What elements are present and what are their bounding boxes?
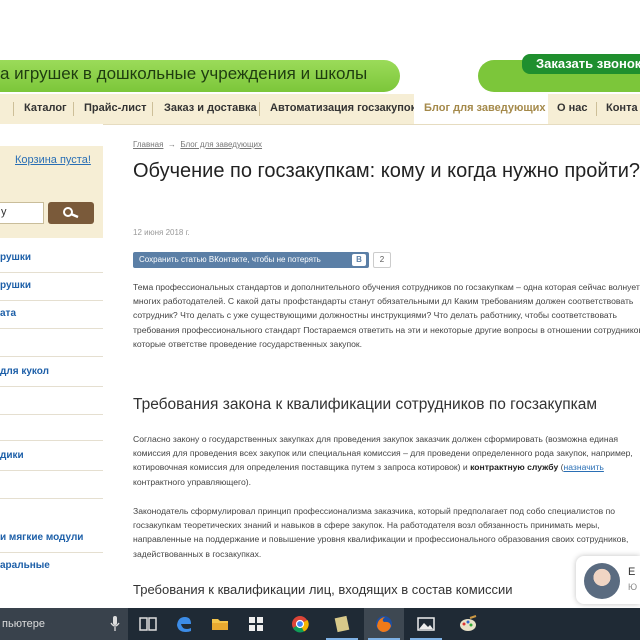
nav-separator xyxy=(13,102,14,116)
cart-link[interactable]: Корзина пуста! xyxy=(15,154,91,166)
store-icon xyxy=(249,617,263,631)
contract-service-term: контрактную службу xyxy=(470,462,559,473)
breadcrumb-arrow-icon: → xyxy=(167,140,176,149)
taskbar-search[interactable]: пьютере xyxy=(0,608,128,640)
task-view-button[interactable] xyxy=(128,608,168,640)
search-input[interactable]: у xyxy=(0,202,44,224)
taskbar-paint[interactable] xyxy=(448,608,488,640)
taskbar-firefox[interactable] xyxy=(364,608,404,640)
taskbar-search-text: пьютере xyxy=(2,618,45,630)
category-divider xyxy=(0,498,103,499)
task-view-icon xyxy=(139,617,157,631)
taskbar-edge[interactable] xyxy=(164,608,204,640)
search-input-value: у xyxy=(1,206,7,218)
nav-item-blog[interactable]: Блог для заведующих xyxy=(414,94,548,124)
firefox-icon xyxy=(376,616,392,632)
nav-separator xyxy=(73,102,74,116)
site-header: а игрушек в дошкольные учреждения и школ… xyxy=(0,54,640,94)
microphone-icon xyxy=(110,616,120,631)
folder-icon xyxy=(212,619,228,630)
browser-top-area xyxy=(0,0,640,58)
vk-share-button[interactable]: Сохранить статью ВКонтакте, чтобы не пот… xyxy=(133,252,369,268)
nav-separator xyxy=(596,102,597,116)
law-paragraph: Согласно закону о государственных закупк… xyxy=(133,432,640,489)
sidebar: Корзина пуста! у рушки рушки ата для кук… xyxy=(0,124,103,608)
category-divider xyxy=(0,356,103,357)
taskbar-chrome[interactable] xyxy=(280,608,320,640)
category-divider xyxy=(0,470,103,471)
nav-separator xyxy=(152,102,153,116)
taskbar-photos[interactable] xyxy=(406,608,446,640)
intro-paragraph: Тема профессиональных стандартов и допол… xyxy=(133,282,640,349)
nav-item-procurement[interactable]: Автоматизация госзакупок xyxy=(270,94,416,124)
law-text-3: контрактного управляющего). xyxy=(133,476,252,487)
search-panel: у xyxy=(0,186,103,238)
edge-icon xyxy=(177,617,191,632)
taskbar-store[interactable] xyxy=(236,608,276,640)
main-nav: Каталог Прайс-лист Заказ и доставка Авто… xyxy=(0,94,640,125)
search-icon xyxy=(63,207,79,219)
taskbar-app-1[interactable] xyxy=(322,608,362,640)
nav-item-delivery[interactable]: Заказ и доставка xyxy=(164,94,257,124)
vk-icon: В xyxy=(352,254,366,266)
category-link[interactable]: рушки xyxy=(0,252,31,263)
share-count: 2 xyxy=(373,252,391,268)
category-divider xyxy=(0,414,103,415)
section-heading: Требования закона к квалификации сотрудн… xyxy=(133,396,598,413)
article: Главная → Блог для заведующих Обучение п… xyxy=(133,124,640,608)
chat-widget[interactable]: Е Ю xyxy=(576,556,640,604)
category-link[interactable]: дики xyxy=(0,450,24,461)
chat-name: Е xyxy=(628,566,636,578)
site-slogan: а игрушек в дошкольные учреждения и школ… xyxy=(0,64,368,83)
subsection-heading: Требования к квалификации лиц, входящих … xyxy=(133,582,513,597)
order-call-button[interactable]: Заказать звонок xyxy=(522,54,640,74)
principle-paragraph: Законодатель сформулировал принцип профе… xyxy=(133,506,629,559)
category-divider xyxy=(0,328,103,329)
category-divider xyxy=(0,440,103,441)
category-link[interactable]: ата xyxy=(0,308,16,319)
search-button[interactable] xyxy=(48,202,94,224)
category-divider xyxy=(0,272,103,273)
breadcrumb-section-link[interactable]: Блог для заведующих xyxy=(180,140,262,149)
nav-item-about[interactable]: О нас xyxy=(557,94,588,124)
chat-subtitle: Ю xyxy=(628,582,638,592)
category-divider xyxy=(0,386,103,387)
nav-item-pricelist[interactable]: Прайс-лист xyxy=(84,94,147,124)
category-divider xyxy=(0,300,103,301)
breadcrumb-home-link[interactable]: Главная xyxy=(133,140,163,149)
vk-share-label: Сохранить статью ВКонтакте, чтобы не пот… xyxy=(139,255,321,264)
nav-item-catalog[interactable]: Каталог xyxy=(24,94,67,124)
nav-item-partial[interactable] xyxy=(0,94,12,124)
document-icon xyxy=(334,615,350,633)
category-link[interactable]: аральные xyxy=(0,560,50,571)
taskbar-explorer[interactable] xyxy=(200,608,240,640)
nav-item-contacts[interactable]: Конта xyxy=(606,94,638,124)
article-date: 12 июня 2018 г. xyxy=(133,228,190,237)
category-link[interactable]: и мягкие модули xyxy=(0,532,83,543)
page-title: Обучение по госзакупкам: кому и когда ну… xyxy=(133,160,640,182)
image-icon xyxy=(417,617,435,631)
category-link[interactable]: для кукол xyxy=(0,366,49,377)
breadcrumb: Главная → Блог для заведующих xyxy=(133,140,262,149)
category-divider xyxy=(0,552,103,553)
paint-icon xyxy=(460,615,477,631)
taskbar: пьютере xyxy=(0,608,640,640)
consultant-avatar xyxy=(584,563,620,599)
nav-separator xyxy=(259,102,260,116)
chrome-icon xyxy=(292,616,309,633)
category-link[interactable]: рушки xyxy=(0,280,31,291)
appoint-link[interactable]: назначить xyxy=(563,462,603,472)
